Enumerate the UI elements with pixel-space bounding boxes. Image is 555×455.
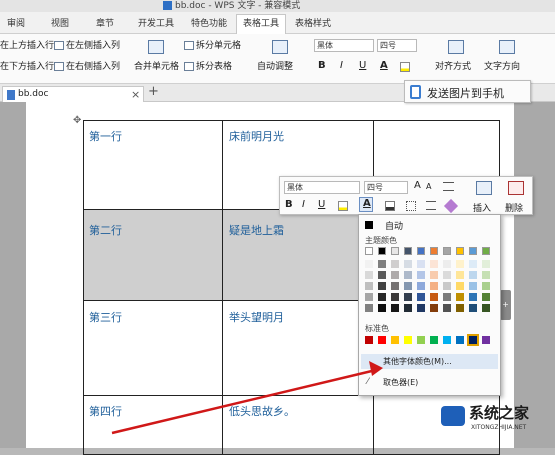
watermark-logo: 系统之家 XITONGZHIJIA.NET bbox=[437, 400, 555, 448]
watermark-title: 系统之家 bbox=[469, 404, 530, 422]
arrow-line bbox=[111, 368, 377, 435]
watermark-url: XITONGZHIJIA.NET bbox=[471, 424, 527, 431]
watermark-emblem-icon bbox=[441, 406, 465, 426]
arrow-head bbox=[369, 361, 383, 376]
annotation-arrow bbox=[111, 361, 383, 435]
